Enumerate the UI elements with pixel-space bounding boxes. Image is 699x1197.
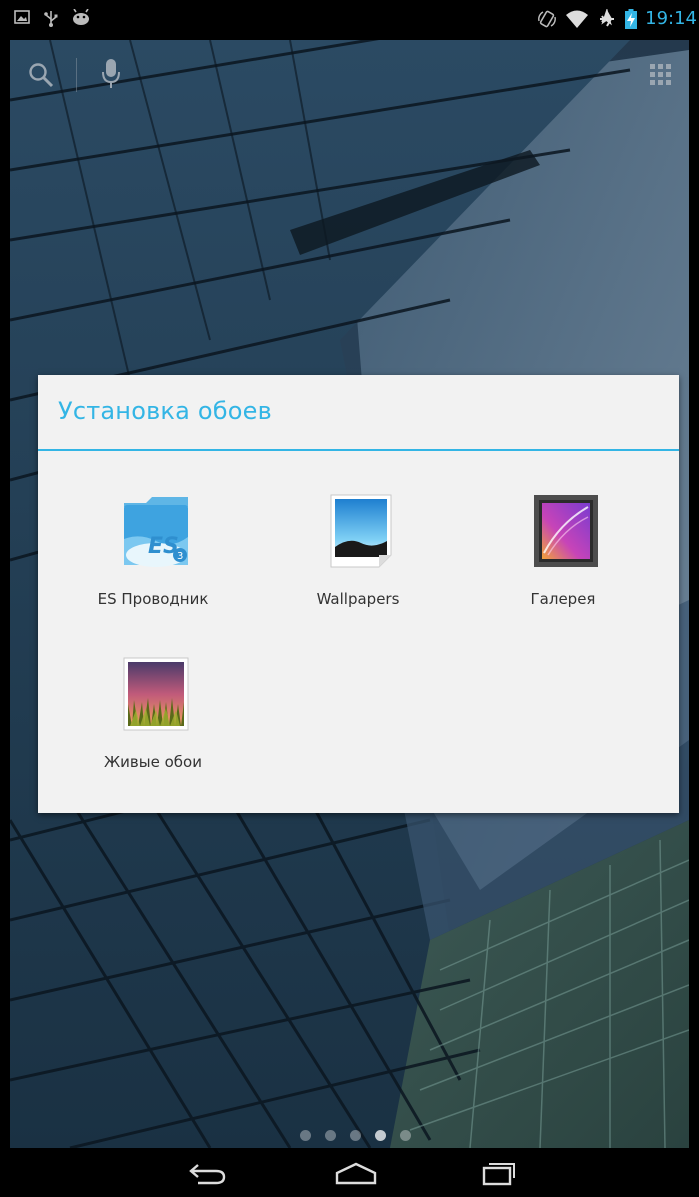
live-wallpapers-icon xyxy=(123,657,189,731)
microphone-icon[interactable] xyxy=(102,58,120,90)
gallery-icon xyxy=(534,495,598,567)
status-time: 19:14 xyxy=(645,8,697,29)
page-dot-4-current xyxy=(375,1130,386,1141)
rotation-lock-icon xyxy=(538,10,557,27)
airplane-mode-icon xyxy=(600,8,615,26)
app-option-es-explorer[interactable]: ES 3 ES Проводник xyxy=(48,493,258,643)
app-option-gallery[interactable]: Галерея xyxy=(458,493,668,643)
app-label-wallpapers: Wallpapers xyxy=(316,590,400,608)
back-button[interactable] xyxy=(168,1148,248,1197)
page-dot-2 xyxy=(325,1130,336,1141)
android-debug-icon xyxy=(73,9,89,25)
page-dot-5 xyxy=(400,1130,411,1141)
battery-charging-icon xyxy=(625,8,638,29)
page-dot-3 xyxy=(350,1130,361,1141)
dialog-title-divider xyxy=(38,449,679,451)
set-wallpaper-dialog: Установка обоев ES 3 ES Проводник Wallpa… xyxy=(38,375,679,813)
picture-notification-icon xyxy=(14,10,30,24)
dialog-title: Установка обоев xyxy=(58,397,272,425)
home-button[interactable] xyxy=(316,1148,396,1197)
recent-apps-button[interactable] xyxy=(460,1148,540,1197)
app-label-live-wallpapers: Живые обои xyxy=(104,753,202,771)
svg-text:3: 3 xyxy=(177,551,183,562)
app-option-live-wallpapers[interactable]: Живые обои xyxy=(48,656,258,806)
search-icon[interactable] xyxy=(28,62,54,88)
app-label-gallery: Галерея xyxy=(530,590,596,608)
home-screen: 19:14 Установка обоев ES 3 ES Проводник … xyxy=(0,0,699,1197)
all-apps-icon[interactable] xyxy=(650,64,672,86)
home-icon xyxy=(335,1162,377,1184)
status-bar[interactable]: 19:14 xyxy=(0,0,699,40)
wifi-icon xyxy=(566,10,589,28)
page-dot-1 xyxy=(300,1130,311,1141)
app-option-wallpapers[interactable]: Wallpapers xyxy=(253,493,463,643)
wallpapers-icon xyxy=(330,494,392,568)
page-indicator xyxy=(300,1130,411,1141)
search-divider xyxy=(76,58,77,92)
usb-icon xyxy=(44,11,58,27)
navigation-bar xyxy=(0,1148,699,1197)
back-icon xyxy=(189,1163,226,1184)
launcher-search-bar xyxy=(10,40,689,110)
app-label-es-explorer: ES Проводник xyxy=(97,590,209,608)
recent-apps-icon xyxy=(482,1162,515,1185)
es-file-explorer-icon: ES 3 xyxy=(124,497,188,567)
